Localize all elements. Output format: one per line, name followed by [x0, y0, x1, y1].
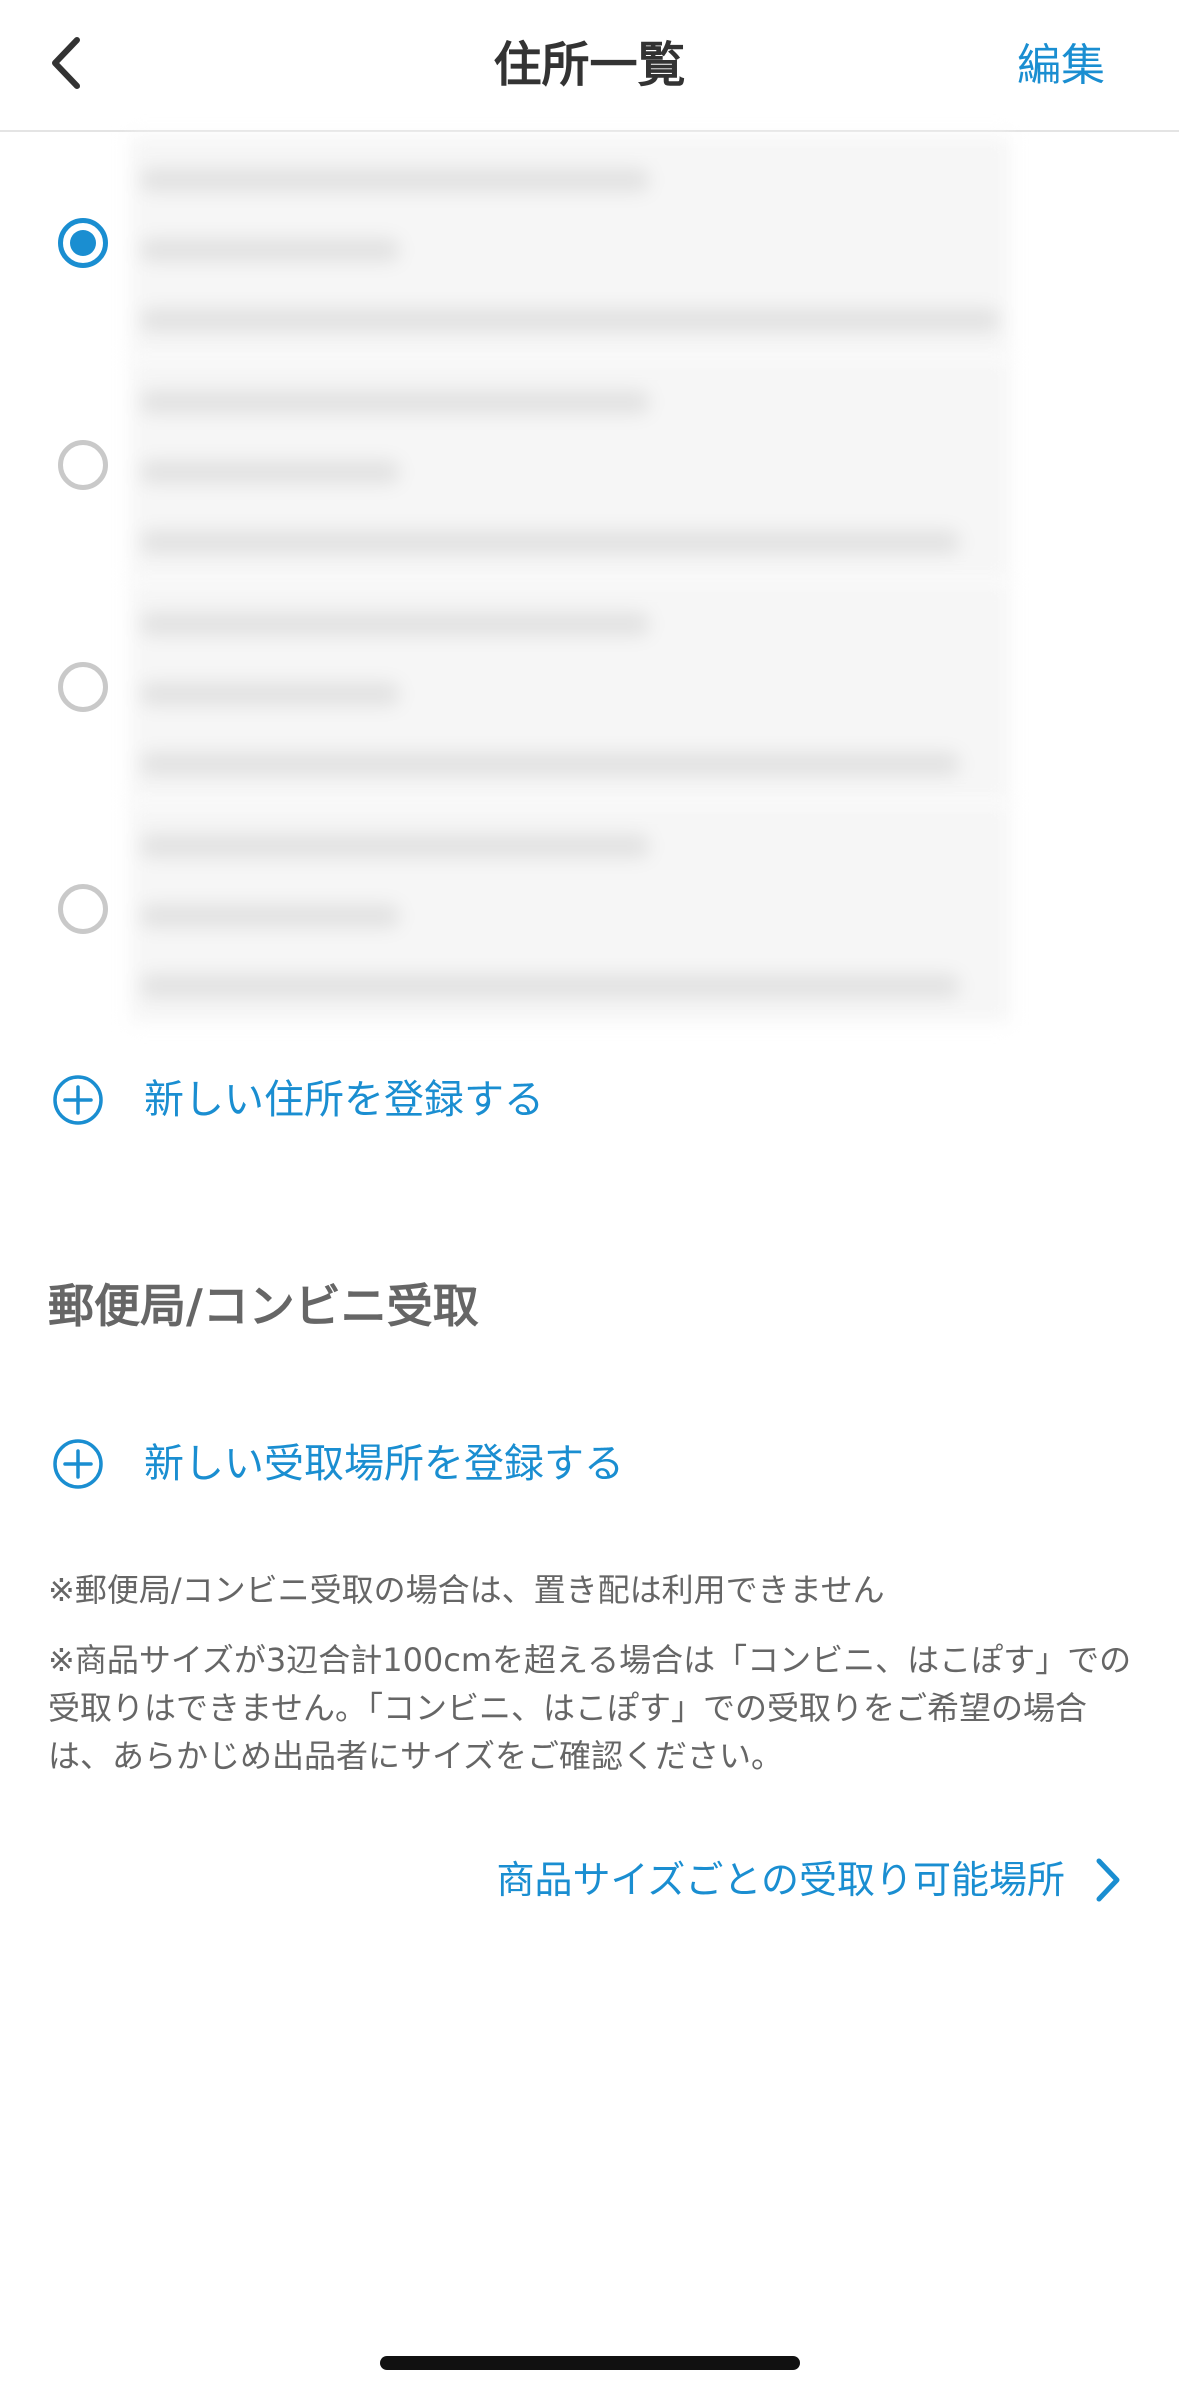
- radio-button-selected[interactable]: [58, 218, 108, 268]
- address-text-blurred: [130, 802, 1020, 1034]
- radio-button[interactable]: [58, 884, 108, 934]
- pickup-notice-size: ※商品サイズが3辺合計100cmを超える場合は「コンビニ、はこぽす」での受取りは…: [48, 1641, 1132, 1775]
- radio-button[interactable]: [58, 662, 108, 712]
- address-item-1[interactable]: [0, 132, 1179, 356]
- pickup-section-title: 郵便局/コンビニ受取: [48, 1279, 479, 1333]
- add-pickup-location-button[interactable]: 新しい受取場所を登録する: [52, 1436, 624, 1492]
- size-pickup-locations-label: 商品サイズごとの受取り可能場所: [496, 1858, 1065, 1902]
- add-pickup-location-label: 新しい受取場所を登録する: [144, 1441, 624, 1487]
- size-pickup-locations-link[interactable]: 商品サイズごとの受取り可能場所: [497, 1852, 1123, 1908]
- plus-circle-icon: [53, 1075, 103, 1125]
- navigation-header: 住所一覧 編集: [0, 0, 1179, 132]
- home-indicator: [380, 2356, 800, 2370]
- radio-button[interactable]: [58, 440, 108, 490]
- edit-button[interactable]: 編集: [1017, 36, 1105, 96]
- pickup-notice-placement: ※郵便局/コンビニ受取の場合は、置き配は利用できません: [48, 1571, 885, 1609]
- page-title: 住所一覧: [493, 37, 686, 93]
- address-text-blurred: [130, 358, 1020, 590]
- add-address-label: 新しい住所を登録する: [144, 1077, 544, 1123]
- add-address-button[interactable]: 新しい住所を登録する: [52, 1072, 544, 1128]
- address-item-4[interactable]: [0, 798, 1179, 1022]
- plus-circle-icon: [53, 1439, 103, 1489]
- address-item-3[interactable]: [0, 576, 1179, 800]
- address-text-blurred: [130, 136, 1020, 368]
- chevron-right-icon: [1096, 1858, 1120, 1902]
- address-text-blurred: [130, 580, 1020, 812]
- address-item-2[interactable]: [0, 354, 1179, 578]
